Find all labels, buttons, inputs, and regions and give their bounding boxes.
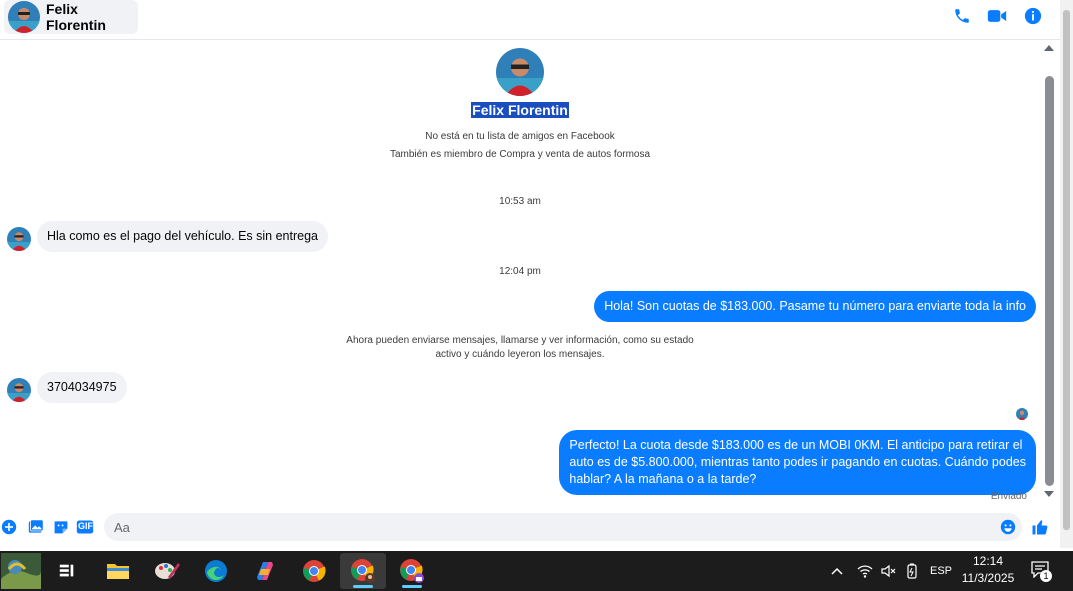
chrome-icon[interactable] (291, 553, 337, 589)
profile-intro: Felix Florentin No está en tu lista de a… (0, 48, 1040, 164)
notification-badge: 1 (1040, 570, 1052, 582)
chat-scrollbar[interactable] (1042, 42, 1056, 500)
message-input[interactable] (104, 513, 1022, 541)
incoming-message-row: Hla como es el pago del vehículo. Es sin… (7, 221, 328, 252)
video-camera-icon[interactable] (986, 5, 1008, 27)
notice-line: activo y cuándo leyeron los mensajes. (435, 349, 605, 360)
sender-avatar[interactable] (7, 227, 31, 251)
thumbs-up-icon[interactable] (1031, 518, 1049, 536)
copilot-icon[interactable] (242, 553, 288, 589)
contact-chip[interactable]: Felix Florentin (4, 0, 138, 34)
message-line: hablar? A la mañana o a la tarde? (569, 472, 757, 486)
incoming-message-row: 3704034975 (7, 372, 127, 403)
system-tray: ESP (828, 551, 952, 591)
wifi-icon[interactable] (852, 564, 878, 578)
friend-status-text: No está en tu lista de amigos en Faceboo… (425, 131, 615, 142)
scrollbar-thumb[interactable] (1045, 76, 1054, 486)
messenger-window: Felix Florentin Felix Florentin No está … (0, 0, 1073, 591)
notification-center-icon[interactable]: 1 (1030, 560, 1052, 582)
timestamp: 12:04 pm (499, 266, 541, 277)
contact-name: Felix Florentin (46, 1, 106, 33)
incoming-message[interactable]: 3704034975 (37, 372, 127, 403)
message-composer: GIF (0, 508, 1060, 548)
profile-name[interactable]: Felix Florentin (471, 102, 569, 118)
page-scrollbar-thumb[interactable] (1063, 10, 1070, 530)
outgoing-message-row: Perfecto! La cuota desde $183.000 es de … (559, 430, 1036, 495)
incoming-message[interactable]: Hla como es el pago del vehículo. Es sin… (37, 221, 328, 252)
battery-icon[interactable] (900, 563, 924, 579)
volume-muted-icon[interactable] (878, 564, 900, 578)
message-line: Perfecto! La cuota desde $183.000 es de … (569, 438, 1023, 452)
notice-line: Ahora pueden enviarse mensajes, llamarse… (346, 335, 694, 346)
scroll-up-arrow[interactable] (1044, 45, 1054, 51)
clock-date: 11/3/2025 (961, 571, 1015, 585)
system-clock[interactable]: 12:14 11/3/2025 (952, 553, 1024, 587)
outgoing-message[interactable]: Hola! Son cuotas de $183.000. Pasame tu … (594, 291, 1036, 322)
outgoing-message[interactable]: Perfecto! La cuota desde $183.000 es de … (559, 430, 1036, 495)
connection-notice: Ahora pueden enviarse mensajes, llamarse… (340, 334, 700, 362)
gif-icon[interactable]: GIF (76, 518, 94, 536)
profile-avatar[interactable] (496, 48, 544, 96)
language-indicator[interactable]: ESP (930, 565, 952, 577)
running-indicator (353, 585, 373, 588)
page-scrollbar[interactable] (1060, 0, 1073, 548)
sender-avatar[interactable] (7, 378, 31, 402)
file-explorer-icon[interactable] (95, 553, 141, 589)
scroll-down-arrow[interactable] (1044, 491, 1054, 497)
paint-icon[interactable] (144, 553, 190, 589)
windows-taskbar: ESP 12:14 11/3/2025 1 (0, 551, 1073, 591)
task-view-icon[interactable] (44, 553, 90, 589)
chrome-incognito-icon[interactable] (389, 553, 435, 589)
emoji-icon[interactable] (999, 518, 1017, 536)
chevron-up-icon[interactable] (828, 567, 846, 575)
group-membership-text: También es miembro de Compra y venta de … (389, 149, 651, 160)
plus-icon[interactable] (0, 518, 18, 536)
gif-label: GIF (78, 521, 93, 531)
running-indicator (402, 585, 422, 588)
clock-time: 12:14 (972, 554, 1004, 568)
info-icon[interactable] (1022, 5, 1044, 27)
delivery-status: Enviado (990, 491, 1027, 502)
contact-avatar (8, 1, 40, 33)
chat-header: Felix Florentin (0, 0, 1073, 40)
phone-icon[interactable] (951, 5, 973, 27)
outgoing-message-row: Hola! Son cuotas de $183.000. Pasame tu … (594, 291, 1036, 322)
edge-icon[interactable] (193, 553, 239, 589)
timestamp: 10:53 am (499, 196, 541, 207)
sticker-icon[interactable] (52, 518, 70, 536)
message-line: auto es de $5.800.000, mientras tanto po… (569, 455, 1026, 469)
image-icon[interactable] (27, 518, 45, 536)
widgets-icon[interactable] (0, 553, 42, 589)
chrome-profile-icon[interactable] (340, 553, 386, 589)
read-receipt-avatar (1016, 408, 1028, 420)
